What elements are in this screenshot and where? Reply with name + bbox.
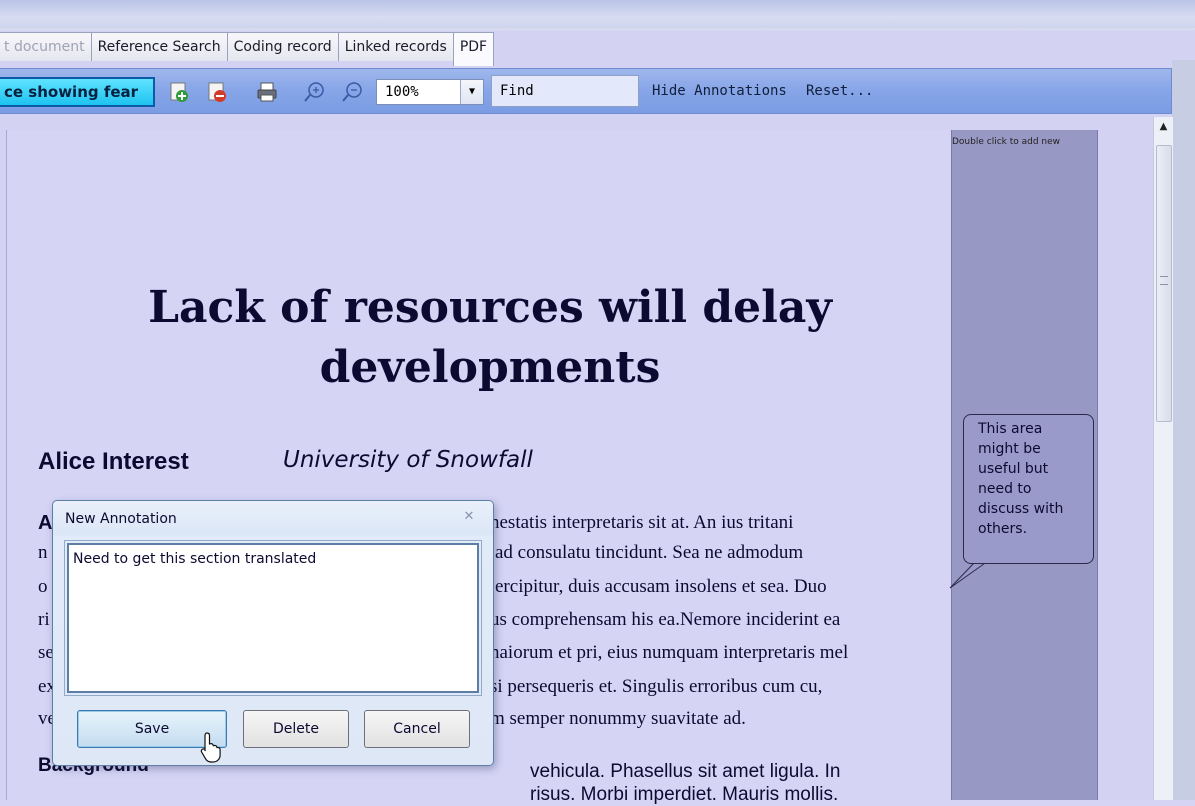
print-icon[interactable] [256, 81, 278, 103]
remove-code-icon[interactable] [206, 81, 228, 103]
note-line: might be [978, 441, 1041, 457]
hide-annotations-button[interactable]: Hide Annotations [652, 83, 787, 99]
text-line: us comprehensam his ea.Nemore inciderint… [490, 609, 841, 630]
text-line: ad consulatu tincidunt. Sea ne admodum [495, 542, 804, 563]
title-line: developments [319, 342, 661, 393]
zoom-out-icon[interactable] [342, 81, 364, 103]
grip-icon [1160, 276, 1168, 285]
column-text-line: risus. Morbi imperdiet. Mauris mollis. [530, 784, 839, 805]
code-selector-button[interactable]: ce showing fear [0, 77, 155, 107]
callout-pointer [949, 560, 989, 589]
zoom-dropdown[interactable]: 100% ▼ [376, 79, 484, 105]
zoom-in-icon[interactable] [304, 81, 326, 103]
window-right-edge [1172, 60, 1195, 800]
note-line: others. [978, 521, 1028, 537]
text-line: nestatis interpretaris sit at. An ius tr… [490, 512, 794, 533]
text-line: m semper nonummy suavitate ad. [490, 708, 746, 729]
note-line: This area [978, 421, 1043, 437]
dialog-title: New Annotation [65, 511, 177, 527]
tab-bar: t document Reference Search Coding recor… [0, 32, 495, 68]
note-line: useful but [978, 461, 1049, 477]
window-top-strip [0, 0, 1195, 28]
column-text-line: vehicula. Phasellus sit amet ligula. In [530, 761, 841, 782]
close-icon[interactable]: ✕ [459, 508, 479, 526]
text-line: naiorum et pri, eius numquam interpretar… [490, 642, 849, 663]
annotation-note[interactable]: This area might be useful but need to di… [963, 414, 1094, 564]
add-code-icon[interactable] [168, 81, 190, 103]
tab-reference-search[interactable]: Reference Search [90, 32, 228, 61]
delete-button[interactable]: Delete [243, 710, 349, 748]
author-name: Alice Interest [38, 448, 189, 475]
new-annotation-dialog: New Annotation ✕ Need to get this sectio… [52, 500, 494, 766]
text-line: si persequeris et. Singulis erroribus cu… [490, 676, 823, 697]
tab-coding-record[interactable]: Coding record [226, 32, 339, 61]
annotation-panel-hint: Double click to add new [952, 137, 1061, 147]
tab-document[interactable]: t document [0, 32, 92, 61]
find-input[interactable]: Find [491, 75, 639, 107]
note-line: need to [978, 481, 1032, 497]
reset-button[interactable]: Reset... [806, 83, 873, 99]
annotation-text-input[interactable]: Need to get this section translated [64, 540, 482, 696]
pdf-toolbar: ce showing fear 100% ▼ Find Hide Annotat… [0, 68, 1172, 114]
scroll-thumb[interactable] [1156, 145, 1172, 422]
scroll-up-arrow-icon[interactable]: ▲ [1154, 121, 1173, 139]
title-line: Lack of resources will delay [148, 282, 832, 333]
chevron-down-icon[interactable]: ▼ [460, 80, 483, 104]
text-line: ercipitur, duis accusam insolens et sea.… [495, 576, 827, 597]
tab-pdf[interactable]: PDF [452, 32, 495, 66]
cancel-button[interactable]: Cancel [364, 710, 470, 748]
vertical-scrollbar[interactable]: ▲ [1153, 117, 1173, 800]
author-affiliation: University of Snowfall [283, 447, 533, 473]
tab-linked-records[interactable]: Linked records [337, 32, 454, 61]
text-line-fragment: ri [38, 609, 50, 630]
note-line: discuss with [978, 501, 1064, 517]
text-line-fragment: o [38, 576, 48, 597]
abstract-heading-fragment: A [38, 512, 53, 534]
text-line-fragment: n [38, 542, 48, 563]
zoom-value: 100% [385, 84, 419, 100]
document-title: Lack of resources will delay development… [70, 278, 910, 398]
hand-cursor-icon [200, 732, 221, 763]
